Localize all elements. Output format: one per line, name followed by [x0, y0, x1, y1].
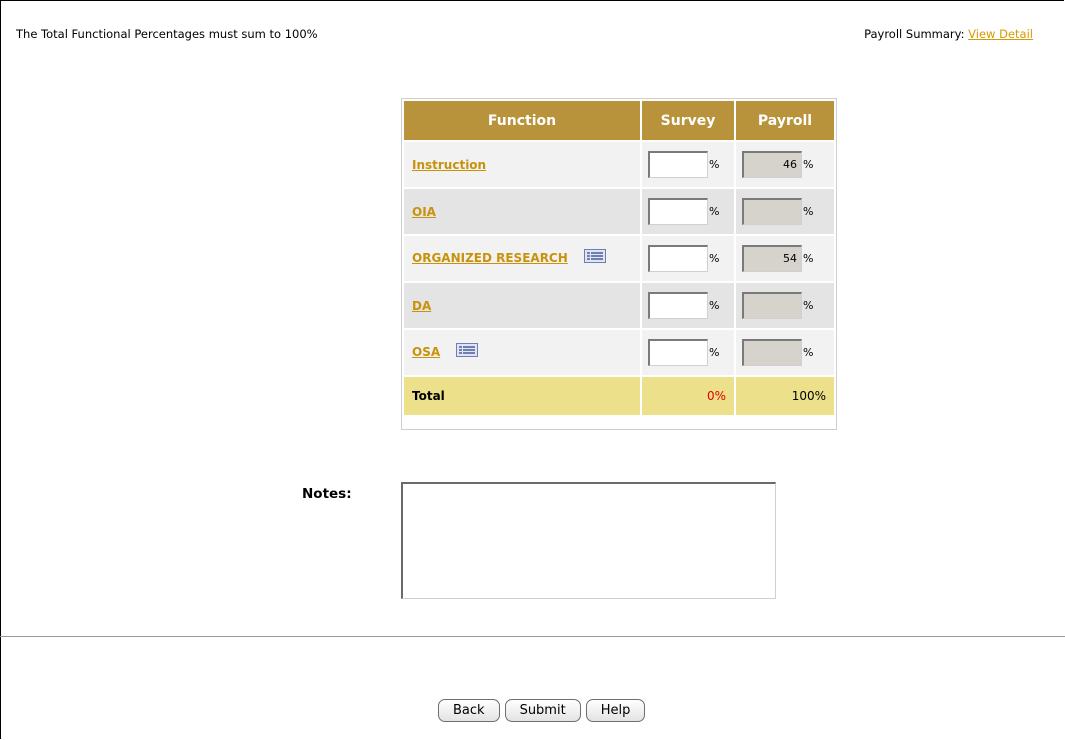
help-button[interactable]: Help: [585, 699, 646, 722]
percent-sign: %: [803, 252, 814, 265]
payroll-total: 100%: [736, 377, 834, 415]
table-row: DA % %: [404, 283, 834, 328]
button-bar: Back Submit Help: [438, 699, 646, 722]
total-label: Total: [404, 377, 640, 415]
notes-label: Notes:: [302, 486, 352, 502]
percent-sign: %: [803, 158, 814, 171]
percent-sign: %: [803, 299, 814, 312]
percent-sign: %: [709, 252, 720, 265]
percent-sign: %: [709, 299, 720, 312]
table-row: ORGANIZED RESEARCH % 54%: [404, 236, 834, 281]
payroll-value-instruction: 46: [742, 151, 802, 178]
survey-input-da[interactable]: [648, 292, 708, 319]
total-row: Total 0% 100%: [404, 377, 834, 415]
survey-input-osa[interactable]: [648, 339, 708, 366]
payroll-summary: Payroll Summary: View Detail: [864, 27, 1033, 41]
table-row: OIA % %: [404, 189, 834, 234]
payroll-value-organized-research: 54: [742, 245, 802, 272]
function-link-oia[interactable]: OIA: [412, 205, 436, 219]
column-header-function: Function: [404, 101, 640, 140]
table-row: OSA % %: [404, 330, 834, 375]
submit-button[interactable]: Submit: [504, 699, 581, 722]
percent-sign: %: [709, 205, 720, 218]
function-link-instruction[interactable]: Instruction: [412, 158, 486, 172]
percent-sign: %: [709, 158, 720, 171]
detail-list-icon[interactable]: [583, 248, 606, 263]
percent-sign: %: [803, 346, 814, 359]
function-link-organized-research[interactable]: ORGANIZED RESEARCH: [412, 251, 568, 265]
survey-input-instruction[interactable]: [648, 151, 708, 178]
payroll-value-oia: [742, 198, 802, 225]
payroll-value-da: [742, 292, 802, 319]
survey-input-organized-research[interactable]: [648, 245, 708, 272]
detail-list-icon[interactable]: [456, 342, 479, 357]
table-row: Instruction % 46%: [404, 142, 834, 187]
divider: [0, 636, 1065, 637]
instruction-note: The Total Functional Percentages must su…: [16, 27, 318, 41]
view-detail-link[interactable]: View Detail: [968, 27, 1033, 41]
payroll-summary-label: Payroll Summary:: [864, 27, 965, 41]
column-header-payroll: Payroll: [736, 101, 834, 140]
function-table: Function Survey Payroll Instruction % 46…: [401, 98, 837, 430]
function-link-da[interactable]: DA: [412, 299, 431, 313]
payroll-value-osa: [742, 339, 802, 366]
percent-sign: %: [803, 205, 814, 218]
survey-total: 0%: [642, 377, 734, 415]
percent-sign: %: [709, 346, 720, 359]
survey-input-oia[interactable]: [648, 198, 708, 225]
notes-textarea[interactable]: [401, 482, 776, 599]
column-header-survey: Survey: [642, 101, 734, 140]
back-button[interactable]: Back: [438, 699, 500, 722]
function-link-osa[interactable]: OSA: [412, 345, 440, 359]
